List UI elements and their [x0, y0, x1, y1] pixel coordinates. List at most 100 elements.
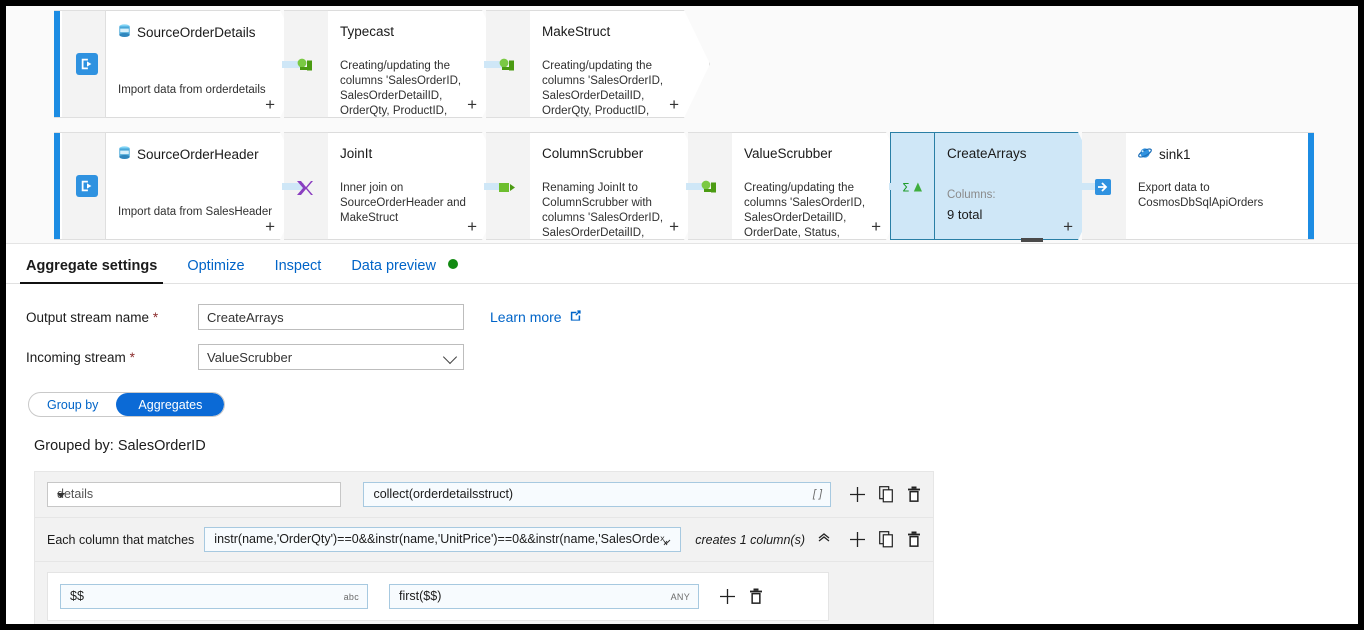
incoming-stream-select-wrap[interactable]: [198, 344, 464, 370]
add-nested-button[interactable]: [719, 588, 736, 605]
node-title: sink1: [1159, 147, 1191, 162]
derived-column-icon: [699, 177, 719, 197]
transform-connector-createarrays[interactable]: Σ: [889, 132, 934, 240]
creates-columns-text: creates 1 column(s): [695, 532, 805, 547]
derived-column-icon: [497, 55, 517, 75]
add-node-button[interactable]: +: [467, 218, 477, 235]
node-title-wrap: ColumnScrubber: [542, 146, 643, 161]
nested-expression-field[interactable]: first($$) ANY: [389, 584, 699, 609]
add-node-button[interactable]: +: [467, 96, 477, 113]
tab-label: Aggregate settings: [26, 258, 158, 274]
output-stream-row: Output stream name * Learn more: [26, 304, 1358, 330]
aggregate-column-dropdown[interactable]: details: [47, 482, 342, 507]
toggle-aggregates[interactable]: Aggregates: [116, 393, 225, 416]
add-node-button[interactable]: +: [265, 96, 275, 113]
node-title: CreateArrays: [947, 146, 1027, 161]
tab-optimize[interactable]: Optimize: [185, 258, 246, 283]
node-valuescrubber[interactable]: ValueScrubber Creating/updating the colu…: [732, 132, 912, 240]
label-text: Incoming stream: [26, 349, 126, 365]
node-title: Typecast: [340, 24, 395, 39]
output-stream-label: Output stream name *: [26, 310, 198, 325]
node-description: Creating/updating the columns 'SalesOrde…: [340, 60, 462, 117]
tab-data-preview[interactable]: Data preview: [349, 258, 460, 283]
sink-stripe: [1306, 133, 1314, 239]
source-handle-orderheader[interactable]: [54, 132, 106, 240]
nested-name-field[interactable]: $$ abc: [60, 584, 368, 609]
node-title: SourceOrderDetails: [137, 25, 256, 40]
node-columns-label: Columns:: [947, 189, 996, 201]
sql-database-icon: [118, 146, 131, 163]
transform-connector-typecast[interactable]: [282, 10, 328, 118]
caret-down-icon: [57, 493, 65, 498]
transform-connector-sink1[interactable]: [1080, 132, 1126, 240]
node-typecast[interactable]: Typecast Creating/updating the columns '…: [328, 10, 508, 118]
node-title-wrap: ValueScrubber: [744, 146, 832, 161]
tab-aggregate-settings[interactable]: Aggregate settings: [19, 258, 164, 284]
nested-name-value: $$: [70, 589, 84, 603]
column-pattern-expression-value: instr(name,'OrderQty')==0&&instr(name,'U…: [214, 532, 661, 546]
tab-label: Inspect: [274, 258, 322, 274]
column-pattern-label: Each column that matches: [47, 532, 195, 547]
delete-pattern-button[interactable]: [907, 531, 921, 548]
add-pattern-button[interactable]: [849, 531, 866, 548]
node-title-wrap: MakeStruct: [542, 24, 610, 39]
node-description: Creating/updating the columns 'SalesOrde…: [744, 182, 866, 239]
node-source-order-details[interactable]: SourceOrderDetails Import data from orde…: [106, 10, 306, 118]
source-handle-orderdetails[interactable]: [54, 10, 106, 118]
add-node-button[interactable]: +: [871, 218, 881, 235]
transform-connector-columnscrubber[interactable]: [484, 132, 530, 240]
node-joinit[interactable]: JoinIt Inner join on SourceOrderHeader a…: [328, 132, 508, 240]
delete-aggregate-button[interactable]: [907, 486, 921, 503]
add-node-button[interactable]: +: [669, 218, 679, 235]
nested-name-type: abc: [343, 592, 359, 602]
incoming-stream-select[interactable]: [198, 344, 464, 370]
canvas-scroll-indicator[interactable]: [1021, 238, 1043, 242]
required-marker: *: [152, 309, 159, 325]
transform-connector-makestruct[interactable]: [484, 10, 530, 118]
aggregate-row-actions: [849, 486, 921, 503]
tab-inspect[interactable]: Inspect: [273, 258, 324, 283]
node-makestruct[interactable]: MakeStruct Creating/updating the columns…: [530, 10, 710, 118]
incoming-stream-label: Incoming stream *: [26, 350, 198, 365]
nested-expression-type: ANY: [670, 592, 690, 602]
node-title-wrap: SourceOrderHeader: [118, 146, 259, 163]
aggregate-expression-type: [ ]: [812, 488, 822, 500]
aggregate-expression-field[interactable]: collect(orderdetailsstruct) [ ]: [363, 482, 831, 507]
column-pattern-row: Each column that matches instr(name,'Ord…: [34, 518, 934, 562]
duplicate-pattern-button[interactable]: [879, 531, 894, 548]
column-pattern-expression-field[interactable]: instr(name,'OrderQty')==0&&instr(name,'U…: [204, 527, 682, 552]
output-stream-input[interactable]: [198, 304, 464, 330]
add-node-button[interactable]: +: [265, 218, 275, 235]
duplicate-aggregate-button[interactable]: [879, 486, 894, 503]
node-sink1[interactable]: sink1 Export data to CosmosDbSqlApiOrder…: [1126, 132, 1304, 240]
toggle-group-by[interactable]: Group by: [29, 393, 116, 416]
transform-connector-joinit[interactable]: [282, 132, 328, 240]
delete-nested-button[interactable]: [749, 588, 763, 605]
aggregate-icon: Σ: [902, 177, 922, 197]
node-description: Creating/updating the columns 'SalesOrde…: [542, 60, 664, 117]
node-description: Import data from SalesHeader: [118, 206, 273, 218]
derived-column-icon: [295, 55, 315, 75]
learn-more-link[interactable]: Learn more: [490, 309, 582, 325]
pattern-row-actions: [849, 531, 921, 548]
groupby-aggregates-toggle[interactable]: Group by Aggregates: [28, 392, 226, 417]
node-createarrays[interactable]: CreateArrays Columns: 9 total +: [934, 132, 1104, 240]
transform-connector-valuescrubber[interactable]: [686, 132, 732, 240]
node-title: SourceOrderHeader: [137, 147, 259, 162]
expression-editor-icon[interactable]: x: [660, 532, 674, 547]
incoming-stream-row: Incoming stream *: [26, 344, 1358, 370]
node-columnscrubber[interactable]: ColumnScrubber Renaming JoinIt to Column…: [530, 132, 710, 240]
node-source-order-header[interactable]: SourceOrderHeader Import data from Sales…: [106, 132, 306, 240]
tab-label: Optimize: [187, 258, 245, 274]
add-node-button[interactable]: +: [669, 96, 679, 113]
flow-row-2: SourceOrderHeader Import data from Sales…: [54, 132, 1314, 240]
tab-label: Data preview: [351, 258, 436, 274]
add-node-button[interactable]: +: [1063, 218, 1073, 235]
learn-more-label: Learn more: [490, 309, 562, 325]
collapse-pattern-icon[interactable]: [817, 530, 831, 549]
aggregate-row: details collect(orderdetailsstruct) [ ]: [34, 471, 934, 518]
add-aggregate-button[interactable]: [849, 486, 866, 503]
data-flow-canvas[interactable]: SourceOrderDetails Import data from orde…: [6, 6, 1358, 244]
label-text: Output stream name: [26, 309, 150, 325]
sql-database-icon: [118, 24, 131, 41]
